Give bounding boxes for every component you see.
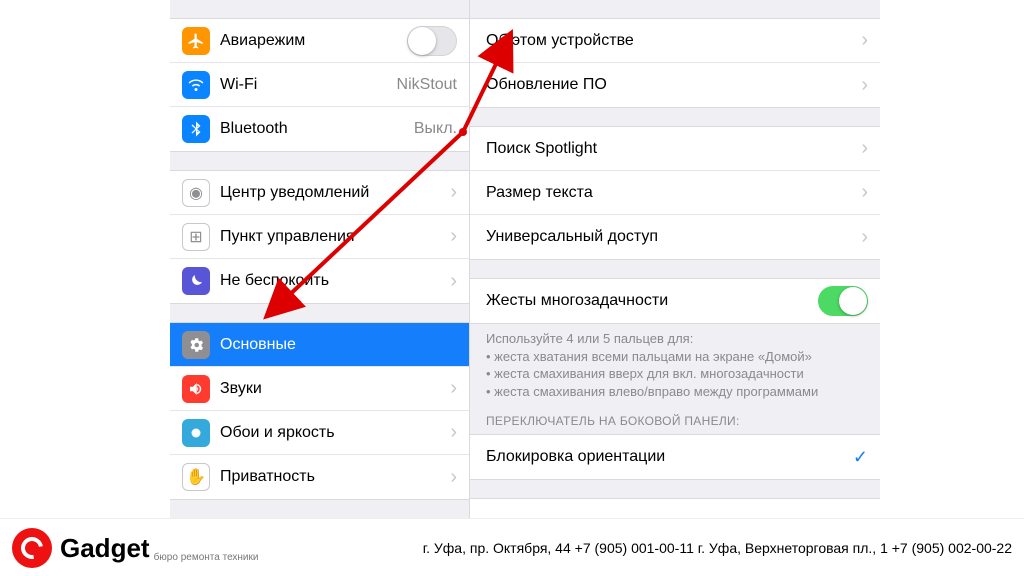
- row-accessibility[interactable]: Универсальный доступ ›: [470, 215, 880, 259]
- chevron-right-icon: ›: [861, 29, 868, 52]
- chevron-right-icon: ›: [861, 74, 868, 97]
- footer-line: • жеста смахивания вверх для вкл. многоз…: [486, 365, 864, 383]
- wifi-icon: [182, 71, 210, 99]
- side-switch-header: ПЕРЕКЛЮЧАТЕЛЬ НА БОКОВОЙ ПАНЕЛИ:: [470, 400, 880, 434]
- speaker-icon: [182, 375, 210, 403]
- chevron-right-icon: ›: [861, 181, 868, 204]
- label: Основные: [220, 336, 457, 354]
- sidebar-item-sounds[interactable]: Звуки ›: [170, 367, 469, 411]
- wifi-value: NikStout: [397, 76, 457, 94]
- detail-pane: Об этом устройстве › Обновление ПО › Пои…: [470, 0, 880, 520]
- airplane-icon: [182, 27, 210, 55]
- row-text-size[interactable]: Размер текста ›: [470, 171, 880, 215]
- chevron-right-icon: ›: [861, 137, 868, 160]
- footer-line: • жеста хватания всеми пальцами на экран…: [486, 348, 864, 366]
- airplane-toggle[interactable]: [407, 26, 457, 56]
- brand-bar: Gadget бюро ремонта техники г. Уфа, пр. …: [0, 518, 1024, 576]
- brand-logo-icon: [12, 528, 52, 568]
- chevron-right-icon: ›: [450, 181, 457, 204]
- label: Авиарежим: [220, 32, 407, 50]
- sidebar-item-bluetooth[interactable]: Bluetooth Выкл.: [170, 107, 469, 151]
- brand-tagline: бюро ремонта техники: [154, 552, 259, 563]
- label: Универсальный доступ: [486, 228, 855, 246]
- label: Блокировка ориентации: [486, 448, 853, 466]
- bluetooth-icon: [182, 115, 210, 143]
- label: Обои и яркость: [220, 424, 444, 442]
- label: Поиск Spotlight: [486, 140, 855, 158]
- chevron-right-icon: ›: [450, 225, 457, 248]
- label: Звуки: [220, 380, 444, 398]
- sidebar-item-airplane[interactable]: Авиарежим: [170, 19, 469, 63]
- row-cutoff: [470, 498, 880, 520]
- hand-icon: ✋: [182, 463, 210, 491]
- row-spotlight[interactable]: Поиск Spotlight ›: [470, 127, 880, 171]
- label: Обновление ПО: [486, 76, 855, 94]
- brand-address: г. Уфа, пр. Октября, 44 +7 (905) 001-00-…: [302, 540, 1012, 556]
- sidebar-group-main: Основные Звуки › Обои и яркость › ✋ Прив…: [170, 322, 469, 500]
- chevron-right-icon: ›: [450, 466, 457, 489]
- multitask-footer: Используйте 4 или 5 пальцев для: • жеста…: [470, 324, 880, 400]
- sidebar-item-dnd[interactable]: Не беспокоить ›: [170, 259, 469, 303]
- chevron-right-icon: ›: [861, 226, 868, 249]
- wallpaper-icon: [182, 419, 210, 447]
- row-multitask-gestures[interactable]: Жесты многозадачности: [470, 279, 880, 323]
- checkmark-icon: ✓: [853, 447, 868, 468]
- label: Bluetooth: [220, 120, 408, 138]
- label: Об этом устройстве: [486, 32, 855, 50]
- group-side-switch: Блокировка ориентации ✓: [470, 434, 880, 480]
- sidebar-item-control-center[interactable]: ⊞ Пункт управления ›: [170, 215, 469, 259]
- row-lock-rotation[interactable]: Блокировка ориентации ✓: [470, 435, 880, 479]
- label: Жесты многозадачности: [486, 292, 818, 310]
- label: Wi-Fi: [220, 76, 391, 94]
- sidebar-item-privacy[interactable]: ✋ Приватность ›: [170, 455, 469, 499]
- sidebar-item-wifi[interactable]: Wi-Fi NikStout: [170, 63, 469, 107]
- sidebar-item-notification-center[interactable]: ◉ Центр уведомлений ›: [170, 171, 469, 215]
- chevron-right-icon: ›: [450, 377, 457, 400]
- sidebar-group-notifications: ◉ Центр уведомлений › ⊞ Пункт управления…: [170, 170, 469, 304]
- sidebar-item-wallpaper[interactable]: Обои и яркость ›: [170, 411, 469, 455]
- footer-line: • жеста смахивания влево/вправо между пр…: [486, 383, 864, 401]
- label: Размер текста: [486, 184, 855, 202]
- bluetooth-value: Выкл.: [414, 120, 457, 138]
- group-about: Об этом устройстве › Обновление ПО ›: [470, 18, 880, 108]
- footer-line: Используйте 4 или 5 пальцев для:: [486, 330, 864, 348]
- row-software-update[interactable]: Обновление ПО ›: [470, 63, 880, 107]
- chevron-right-icon: ›: [450, 270, 457, 293]
- row-about[interactable]: Об этом устройстве ›: [470, 19, 880, 63]
- label: Центр уведомлений: [220, 184, 444, 202]
- label: Не беспокоить: [220, 272, 444, 290]
- multitask-toggle[interactable]: [818, 286, 868, 316]
- label: Пункт управления: [220, 228, 444, 246]
- brand-name: Gadget: [60, 535, 150, 561]
- sidebar-group-connectivity: Авиарежим Wi-Fi NikStout Bluetooth Выкл.: [170, 18, 469, 152]
- control-center-icon: ⊞: [182, 223, 210, 251]
- chevron-right-icon: ›: [450, 421, 457, 444]
- moon-icon: [182, 267, 210, 295]
- label: Приватность: [220, 468, 444, 486]
- settings-sidebar: Авиарежим Wi-Fi NikStout Bluetooth Выкл.…: [170, 0, 470, 520]
- gear-icon: [182, 331, 210, 359]
- notification-icon: ◉: [182, 179, 210, 207]
- group-multitask: Жесты многозадачности: [470, 278, 880, 324]
- group-search-text: Поиск Spotlight › Размер текста › Универ…: [470, 126, 880, 260]
- sidebar-item-general[interactable]: Основные: [170, 323, 469, 367]
